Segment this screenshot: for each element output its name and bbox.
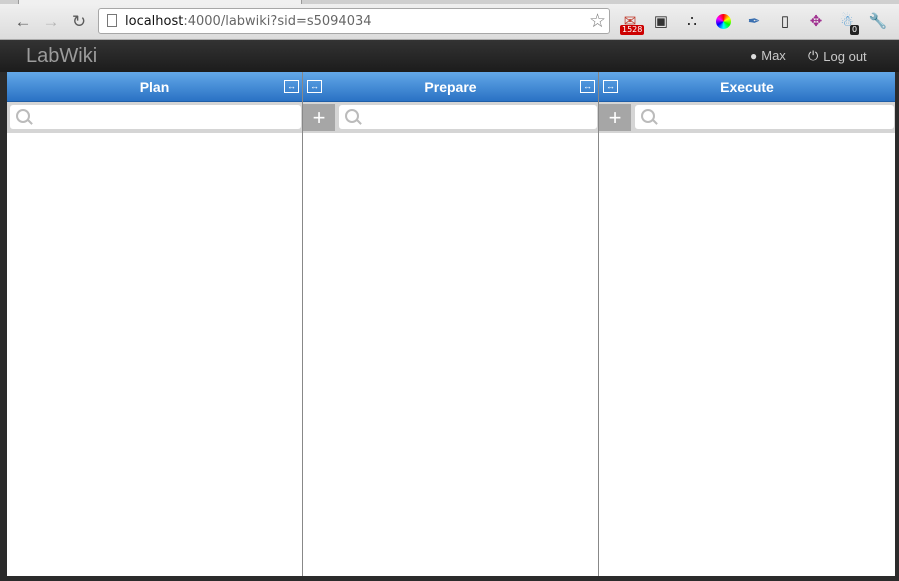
color-wheel-icon[interactable] bbox=[713, 11, 733, 31]
url-path: :4000/labwiki?sid=s5094034 bbox=[183, 14, 372, 29]
prepare-column-title: Prepare bbox=[424, 79, 477, 95]
plan-column: Plan ↔ bbox=[7, 72, 303, 576]
mobile-icon[interactable]: ▯ bbox=[775, 11, 795, 31]
execute-column: ↔ Execute + bbox=[599, 72, 895, 576]
brand-logo[interactable]: LabWiki bbox=[26, 45, 97, 68]
prepare-search-input[interactable] bbox=[363, 108, 595, 128]
prepare-search-box[interactable] bbox=[339, 105, 597, 129]
user-menu[interactable]: ● Max bbox=[750, 48, 786, 63]
back-arrow-icon[interactable]: ← bbox=[13, 11, 33, 31]
add-button[interactable]: + bbox=[599, 104, 631, 131]
url-host: localhost bbox=[125, 14, 184, 29]
user-icon: ● bbox=[750, 48, 758, 63]
search-icon bbox=[641, 109, 655, 123]
star-icon[interactable]: ☆ bbox=[589, 10, 606, 33]
browser-tab[interactable] bbox=[18, 0, 302, 4]
address-bar[interactable]: localhost:4000/labwiki?sid=s5094034 ☆ bbox=[98, 8, 610, 34]
url-text: localhost:4000/labwiki?sid=s5094034 bbox=[125, 14, 372, 29]
prepare-column: ↔ Prepare ↔ + bbox=[303, 72, 599, 576]
execute-search-input[interactable] bbox=[659, 108, 892, 128]
dots-extension-icon[interactable]: ∴ bbox=[682, 11, 702, 31]
browser-toolbar: ← → ↻ localhost:4000/labwiki?sid=s509403… bbox=[0, 0, 899, 40]
plan-search-row bbox=[7, 102, 302, 133]
power-icon: ⏻ bbox=[808, 48, 819, 63]
search-icon bbox=[345, 109, 359, 123]
logout-label: Log out bbox=[823, 48, 867, 64]
widen-icon[interactable]: ↔ bbox=[284, 80, 299, 93]
execute-search-box[interactable] bbox=[635, 105, 894, 129]
execute-column-title: Execute bbox=[720, 79, 774, 95]
prepare-search-row: + bbox=[303, 102, 598, 133]
plan-column-title: Plan bbox=[139, 79, 170, 95]
plan-search-input[interactable] bbox=[34, 108, 299, 128]
wrench-icon[interactable]: 🔧 bbox=[868, 11, 888, 31]
mail-badge: 1528 bbox=[620, 25, 645, 35]
user-name: Max bbox=[761, 48, 786, 63]
prepare-column-header: ↔ Prepare ↔ bbox=[303, 72, 598, 102]
columns-container: Plan ↔ ↔ Prepare ↔ + ↔ Execute + bbox=[7, 72, 895, 576]
tab-strip bbox=[0, 0, 899, 4]
plan-search-box[interactable] bbox=[10, 105, 301, 129]
app-navbar: LabWiki ● Max ⏻ Log out bbox=[0, 40, 899, 72]
widen-icon[interactable]: ↔ bbox=[580, 80, 595, 93]
evernote-icon[interactable]: ▣ bbox=[651, 11, 671, 31]
add-button[interactable]: + bbox=[303, 104, 335, 131]
forward-arrow-icon[interactable]: → bbox=[41, 11, 61, 31]
search-icon bbox=[16, 109, 30, 123]
page-icon bbox=[107, 14, 117, 27]
move-tool-icon[interactable]: ✥ bbox=[806, 11, 826, 31]
plan-column-header: Plan ↔ bbox=[7, 72, 302, 102]
reload-icon[interactable]: ↻ bbox=[69, 11, 89, 31]
execute-search-row: + bbox=[599, 102, 895, 133]
logout-button[interactable]: ⏻ Log out bbox=[808, 48, 867, 64]
execute-column-header: ↔ Execute bbox=[599, 72, 895, 102]
ghostery-badge: 0 bbox=[850, 25, 860, 35]
eyedropper-icon[interactable]: ✒ bbox=[744, 11, 764, 31]
